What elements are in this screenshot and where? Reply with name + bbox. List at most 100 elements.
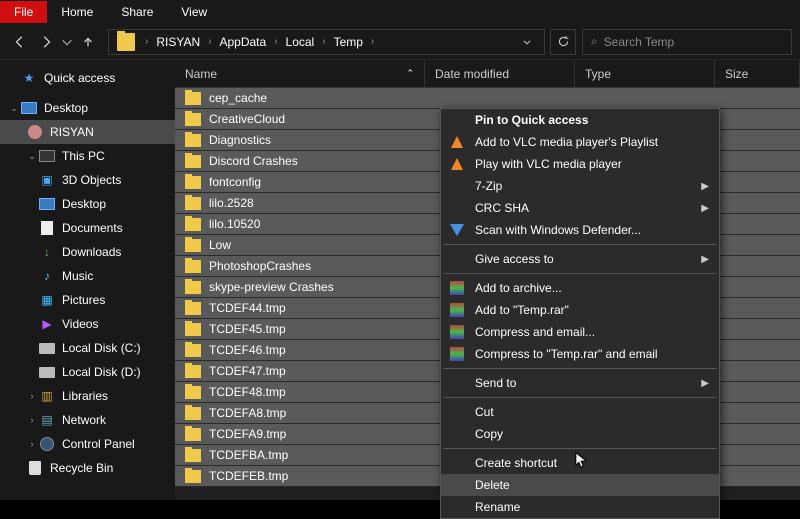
up-button[interactable] <box>76 30 100 54</box>
sidebar-item-pictures[interactable]: ▦Pictures <box>0 288 175 312</box>
folder-icon <box>185 302 201 315</box>
sidebar-item-this-pc[interactable]: ⌄This PC <box>0 144 175 168</box>
file-name: TCDEFA9.tmp <box>209 427 286 441</box>
submenu-arrow-icon: ▶ <box>701 254 709 265</box>
sidebar-item-user[interactable]: RISYAN <box>0 120 175 144</box>
vlc-icon <box>449 156 465 172</box>
file-name: TCDEF48.tmp <box>209 385 286 399</box>
ctx-send-to[interactable]: Send to▶ <box>441 372 719 394</box>
ctx-add-temp-rar[interactable]: Add to "Temp.rar" <box>441 299 719 321</box>
folder-icon <box>185 407 201 420</box>
star-icon: ★ <box>20 70 38 86</box>
breadcrumb-item[interactable]: Temp <box>332 35 365 49</box>
documents-icon <box>38 220 56 236</box>
ctx-give-access[interactable]: Give access to▶ <box>441 248 719 270</box>
refresh-button[interactable] <box>550 29 576 55</box>
expand-icon[interactable]: › <box>26 439 38 449</box>
tab-view[interactable]: View <box>167 1 221 23</box>
file-name: CreativeCloud <box>209 112 285 126</box>
chevron-down-icon[interactable] <box>514 29 540 55</box>
sidebar-item-disk-d[interactable]: Local Disk (D:) <box>0 360 175 384</box>
search-icon: ⌕ <box>591 34 598 49</box>
separator <box>443 448 717 449</box>
file-name: lilo.10520 <box>209 217 260 231</box>
chevron-right-icon: › <box>316 36 331 47</box>
tab-home[interactable]: Home <box>47 1 107 23</box>
ctx-rename[interactable]: Rename <box>441 496 719 518</box>
file-name: TCDEFA8.tmp <box>209 406 286 420</box>
sidebar-item-control-panel[interactable]: ›Control Panel <box>0 432 175 456</box>
sidebar-item-3d-objects[interactable]: ▣3D Objects <box>0 168 175 192</box>
sidebar-item-videos[interactable]: ▶Videos <box>0 312 175 336</box>
file-name: TCDEFEB.tmp <box>209 469 288 483</box>
ctx-crc-sha[interactable]: CRC SHA▶ <box>441 197 719 219</box>
back-button[interactable] <box>8 30 32 54</box>
sidebar-item-music[interactable]: ♪Music <box>0 264 175 288</box>
file-name: TCDEF44.tmp <box>209 301 286 315</box>
expand-icon[interactable]: › <box>26 391 38 401</box>
column-type[interactable]: Type <box>575 60 715 87</box>
sidebar-item-disk-c[interactable]: Local Disk (C:) <box>0 336 175 360</box>
ctx-defender[interactable]: Scan with Windows Defender... <box>441 219 719 241</box>
file-name: Discord Crashes <box>209 154 298 168</box>
file-name: Diagnostics <box>209 133 271 147</box>
sidebar-item-recycle-bin[interactable]: Recycle Bin <box>0 456 175 480</box>
forward-button[interactable] <box>34 30 58 54</box>
control-panel-icon <box>38 436 56 452</box>
ctx-copy[interactable]: Copy <box>441 423 719 445</box>
folder-icon <box>185 386 201 399</box>
collapse-icon[interactable]: ⌄ <box>8 103 20 114</box>
ctx-vlc-play[interactable]: Play with VLC media player <box>441 153 719 175</box>
desktop-icon <box>20 100 38 116</box>
sidebar: ★Quick access ⌄Desktop RISYAN ⌄This PC ▣… <box>0 60 175 500</box>
column-headers: Name⌃ Date modified Type Size <box>175 60 800 88</box>
ctx-pin-quick-access[interactable]: Pin to Quick access <box>441 109 719 131</box>
tab-file[interactable]: File <box>0 1 47 23</box>
sidebar-item-network[interactable]: ›▤Network <box>0 408 175 432</box>
table-row[interactable]: cep_cache <box>175 88 800 109</box>
breadcrumb-item[interactable]: AppData <box>217 35 268 49</box>
separator <box>443 397 717 398</box>
rar-icon <box>449 280 465 296</box>
search-input[interactable]: ⌕ Search Temp <box>582 29 792 55</box>
folder-icon <box>185 281 201 294</box>
sidebar-item-downloads[interactable]: ↓Downloads <box>0 240 175 264</box>
tab-share[interactable]: Share <box>107 1 167 23</box>
ctx-delete[interactable]: Delete <box>441 474 719 496</box>
breadcrumb-item[interactable]: Local <box>284 35 317 49</box>
breadcrumb[interactable]: › RISYAN › AppData › Local › Temp › <box>108 29 545 55</box>
rar-icon <box>449 346 465 362</box>
expand-icon[interactable]: › <box>26 415 38 425</box>
chevron-right-icon: › <box>139 36 154 47</box>
ctx-add-archive[interactable]: Add to archive... <box>441 277 719 299</box>
folder-icon <box>185 218 201 231</box>
folder-icon <box>185 176 201 189</box>
separator <box>443 244 717 245</box>
ctx-7zip[interactable]: 7-Zip▶ <box>441 175 719 197</box>
folder-icon <box>185 470 201 483</box>
folder-icon <box>185 92 201 105</box>
column-date[interactable]: Date modified <box>425 60 575 87</box>
ctx-compress-temp-email[interactable]: Compress to "Temp.rar" and email <box>441 343 719 365</box>
file-name: TCDEFBA.tmp <box>209 448 288 462</box>
search-placeholder: Search Temp <box>604 35 674 49</box>
column-name[interactable]: Name⌃ <box>175 60 425 87</box>
recent-dropdown[interactable] <box>60 30 74 54</box>
sidebar-item-quick-access[interactable]: ★Quick access <box>0 66 175 90</box>
collapse-icon[interactable]: ⌄ <box>26 151 38 162</box>
sidebar-item-desktop2[interactable]: Desktop <box>0 192 175 216</box>
pictures-icon: ▦ <box>38 292 56 308</box>
ctx-compress-email[interactable]: Compress and email... <box>441 321 719 343</box>
ctx-cut[interactable]: Cut <box>441 401 719 423</box>
column-size[interactable]: Size <box>715 60 800 87</box>
sidebar-item-libraries[interactable]: ›▥Libraries <box>0 384 175 408</box>
breadcrumb-item[interactable]: RISYAN <box>154 35 202 49</box>
sidebar-item-desktop[interactable]: ⌄Desktop <box>0 96 175 120</box>
network-icon: ▤ <box>38 412 56 428</box>
folder-icon <box>185 197 201 210</box>
ctx-vlc-playlist[interactable]: Add to VLC media player's Playlist <box>441 131 719 153</box>
file-name: TCDEF46.tmp <box>209 343 286 357</box>
separator <box>443 368 717 369</box>
sidebar-item-documents[interactable]: Documents <box>0 216 175 240</box>
rar-icon <box>449 302 465 318</box>
